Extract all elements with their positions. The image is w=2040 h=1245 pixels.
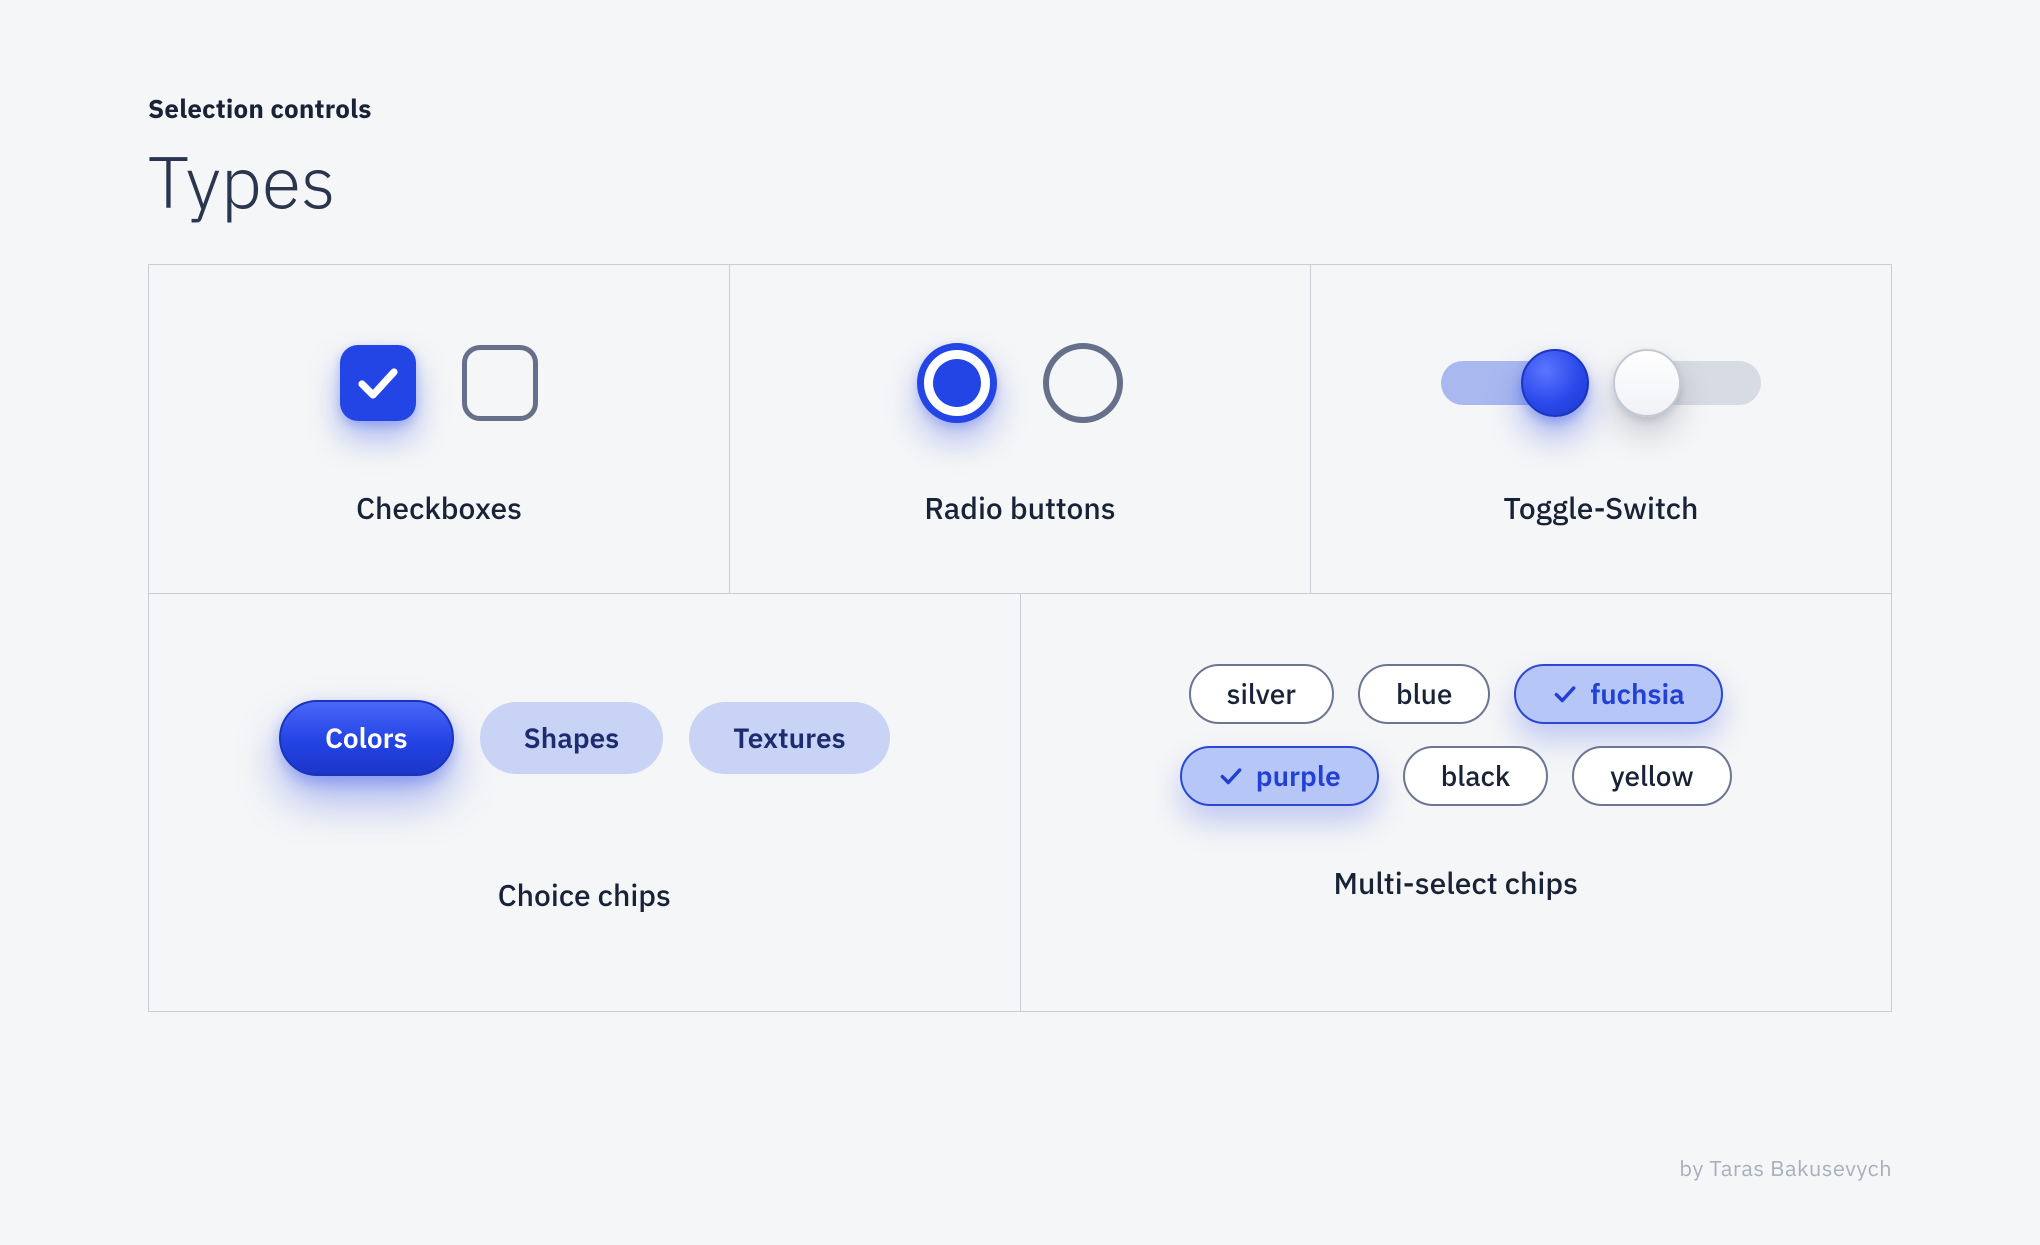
panel-toggles: Toggle-Switch xyxy=(1311,265,1891,593)
multi-chip-label: silver xyxy=(1227,680,1296,708)
panel-radios: Radio buttons xyxy=(730,265,1311,593)
radio-on[interactable] xyxy=(917,343,997,423)
multi-chip-blue[interactable]: blue xyxy=(1358,664,1490,724)
grid-row-2: Colors Shapes Textures Choice chips xyxy=(149,593,1891,1011)
toggle-off[interactable] xyxy=(1619,361,1761,405)
checkbox-examples xyxy=(340,323,538,443)
toggle-knob-off xyxy=(1613,349,1681,417)
choice-chip-2[interactable]: Textures xyxy=(689,702,889,774)
multi-chip-fuchsia[interactable]: fuchsia xyxy=(1514,664,1722,724)
radio-off[interactable] xyxy=(1043,343,1123,423)
multi-chip-label: blue xyxy=(1396,680,1452,708)
multi-chips-row-2: purple black yellow xyxy=(1180,746,1732,806)
multi-chips-row-1: silver blue fuchsia xyxy=(1189,664,1723,724)
page-eyebrow: Selection controls xyxy=(148,92,1892,126)
image-credit: by Taras Bakusevych xyxy=(1679,1154,1892,1183)
toggle-examples xyxy=(1441,323,1761,443)
check-icon xyxy=(354,359,402,407)
types-grid: Checkboxes Radio buttons xyxy=(148,264,1892,1012)
panel-label-multi: Multi-select chips xyxy=(1334,864,1578,903)
multi-chip-label: purple xyxy=(1256,762,1341,790)
multi-chip-label: fuchsia xyxy=(1590,680,1684,708)
page-title: Types xyxy=(148,144,1892,220)
check-icon xyxy=(1218,763,1244,789)
panel-checkboxes: Checkboxes xyxy=(149,265,730,593)
panel-label-checkboxes: Checkboxes xyxy=(356,489,522,528)
multi-chip-label: black xyxy=(1441,762,1511,790)
choice-chip-1[interactable]: Shapes xyxy=(480,702,664,774)
choice-chips: Colors Shapes Textures xyxy=(279,678,890,798)
grid-row-1: Checkboxes Radio buttons xyxy=(149,265,1891,593)
choice-chip-selected[interactable]: Colors xyxy=(279,700,454,776)
radio-dot-icon xyxy=(933,359,981,407)
panel-multi-chips: silver blue fuchsia xyxy=(1021,593,1892,1011)
panel-choice-chips: Colors Shapes Textures Choice chips xyxy=(149,593,1021,1011)
multi-chip-black[interactable]: black xyxy=(1403,746,1549,806)
choice-chip-label: Textures xyxy=(733,724,845,752)
choice-chip-label: Colors xyxy=(325,724,408,752)
multi-chip-yellow[interactable]: yellow xyxy=(1572,746,1731,806)
page: Selection controls Types Checkboxes xyxy=(0,0,2040,1245)
check-icon xyxy=(1552,681,1578,707)
multi-chip-label: yellow xyxy=(1610,762,1693,790)
panel-label-radios: Radio buttons xyxy=(924,489,1115,528)
toggle-knob-on xyxy=(1521,349,1589,417)
multi-chip-purple[interactable]: purple xyxy=(1180,746,1379,806)
toggle-on[interactable] xyxy=(1441,361,1583,405)
checkbox-unchecked[interactable] xyxy=(462,345,538,421)
panel-label-toggles: Toggle-Switch xyxy=(1504,489,1699,528)
checkbox-checked[interactable] xyxy=(340,345,416,421)
multi-chips: silver blue fuchsia xyxy=(1180,664,1732,806)
panel-label-choice: Choice chips xyxy=(498,876,671,915)
choice-chip-label: Shapes xyxy=(524,724,620,752)
multi-chip-silver[interactable]: silver xyxy=(1189,664,1334,724)
radio-examples xyxy=(917,323,1123,443)
